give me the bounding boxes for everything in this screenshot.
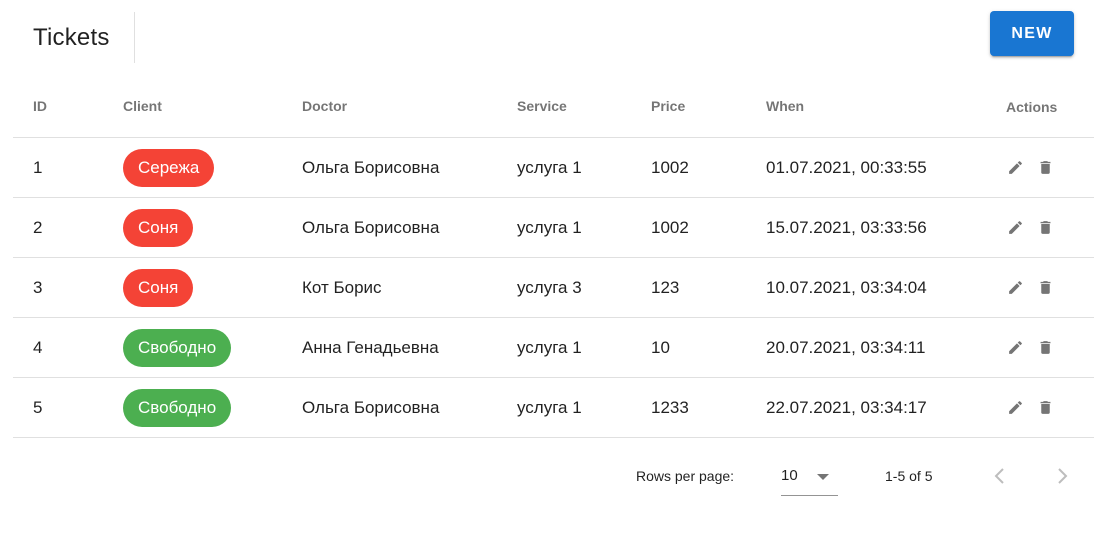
column-header-doctor[interactable]: Doctor: [302, 75, 347, 137]
trash-icon[interactable]: [1037, 399, 1054, 416]
client-chip[interactable]: Свободно: [123, 328, 232, 367]
table-row[interactable]: 5 Свободно Ольга Борисовна услуга 1 1233 22.0…: [13, 378, 1094, 438]
next-page-button[interactable]: [1052, 465, 1072, 487]
cell-when: 01.07.2021, 00:33:55: [766, 157, 927, 177]
rows-per-page-label: Rows per page:: [636, 468, 735, 484]
cell-price: 123: [651, 277, 680, 297]
table-row[interactable]: 3 Соня Кот Борис услуга 3 123 10.07.2021, 03:…: [13, 258, 1094, 318]
cell-when: 15.07.2021, 03:33:56: [766, 217, 927, 237]
row-actions: [1006, 399, 1054, 416]
cell-actions: [1006, 378, 1054, 437]
cell-actions: [1006, 198, 1054, 257]
pagination-range: 1-5 of 5: [885, 468, 933, 484]
new-button[interactable]: NEW: [990, 11, 1074, 56]
column-header-price[interactable]: Price: [651, 75, 685, 137]
cell-id: 1: [33, 157, 43, 177]
column-header-client[interactable]: Client: [123, 75, 162, 137]
rows-per-page-value: 10: [781, 467, 798, 484]
trash-icon[interactable]: [1037, 159, 1054, 176]
cell-id: 5: [33, 397, 43, 417]
cell-service: услуга 3: [517, 277, 582, 297]
cell-price: 10: [651, 337, 670, 357]
client-chip[interactable]: Свободно: [123, 388, 232, 427]
column-header-service[interactable]: Service: [517, 75, 567, 137]
page-title: Tickets: [33, 24, 110, 51]
cell-price: 1002: [651, 217, 689, 237]
cell-service: услуга 1: [517, 337, 582, 357]
table-row[interactable]: 2 Соня Ольга Борисовна услуга 1 1002 15.07.20…: [13, 198, 1094, 258]
row-actions: [1006, 339, 1054, 356]
pencil-icon[interactable]: [1007, 279, 1024, 296]
cell-when: 20.07.2021, 03:34:11: [766, 337, 926, 357]
toolbar: Tickets NEW: [0, 0, 1118, 70]
tickets-table: ID Client Doctor Service Price When Acti…: [13, 75, 1094, 438]
column-header-actions: Actions: [1006, 99, 1058, 115]
cell-when: 22.07.2021, 03:34:17: [766, 397, 927, 417]
cell-doctor: Кот Борис: [302, 277, 382, 297]
chevron-right-icon: [1052, 468, 1072, 491]
cell-service: услуга 1: [517, 217, 582, 237]
row-actions: [1006, 159, 1054, 176]
client-chip[interactable]: Сережа: [123, 148, 215, 187]
cell-actions: [1006, 258, 1054, 317]
table-row[interactable]: 1 Сережа Ольга Борисовна услуга 1 1002 01.07.…: [13, 138, 1094, 198]
trash-icon[interactable]: [1037, 219, 1054, 236]
cell-id: 2: [33, 217, 43, 237]
cell-doctor: Анна Генадьевна: [302, 337, 439, 357]
cell-client: Соня: [123, 198, 194, 257]
table-header-row: ID Client Doctor Service Price When Acti…: [13, 75, 1094, 138]
dropdown-arrow-icon: [816, 470, 830, 489]
cell-when: 10.07.2021, 03:34:04: [766, 277, 927, 297]
row-actions: [1006, 279, 1054, 296]
cell-client: Свободно: [123, 378, 232, 437]
trash-icon[interactable]: [1037, 279, 1054, 296]
cell-service: услуга 1: [517, 157, 582, 177]
title-divider: [134, 12, 135, 63]
cell-service: услуга 1: [517, 397, 582, 417]
column-header-id[interactable]: ID: [33, 75, 47, 137]
row-actions: [1006, 219, 1054, 236]
chevron-left-icon: [990, 468, 1010, 491]
pencil-icon[interactable]: [1007, 219, 1024, 236]
table-row[interactable]: 4 Свободно Анна Генадьевна услуга 1 10 20.07.…: [13, 318, 1094, 378]
table-body: 1 Сережа Ольга Борисовна услуга 1 1002 01.07.…: [13, 138, 1094, 438]
column-header-when[interactable]: When: [766, 75, 804, 137]
cell-actions: [1006, 318, 1054, 377]
pencil-icon[interactable]: [1007, 399, 1024, 416]
cell-id: 3: [33, 277, 43, 297]
cell-client: Соня: [123, 258, 194, 317]
previous-page-button[interactable]: [990, 465, 1010, 487]
cell-price: 1002: [651, 157, 689, 177]
cell-client: Сережа: [123, 138, 215, 197]
client-chip[interactable]: Соня: [123, 208, 194, 247]
table-pagination: Rows per page: 10 1-5 of 5: [0, 438, 1118, 513]
client-chip[interactable]: Соня: [123, 268, 194, 307]
cell-client: Свободно: [123, 318, 232, 377]
rows-per-page-select[interactable]: 10: [781, 462, 838, 496]
pencil-icon[interactable]: [1007, 339, 1024, 356]
cell-doctor: Ольга Борисовна: [302, 397, 440, 417]
trash-icon[interactable]: [1037, 339, 1054, 356]
cell-doctor: Ольга Борисовна: [302, 157, 440, 177]
cell-price: 1233: [651, 397, 689, 417]
pencil-icon[interactable]: [1007, 159, 1024, 176]
cell-id: 4: [33, 337, 43, 357]
cell-actions: [1006, 138, 1054, 197]
cell-doctor: Ольга Борисовна: [302, 217, 440, 237]
